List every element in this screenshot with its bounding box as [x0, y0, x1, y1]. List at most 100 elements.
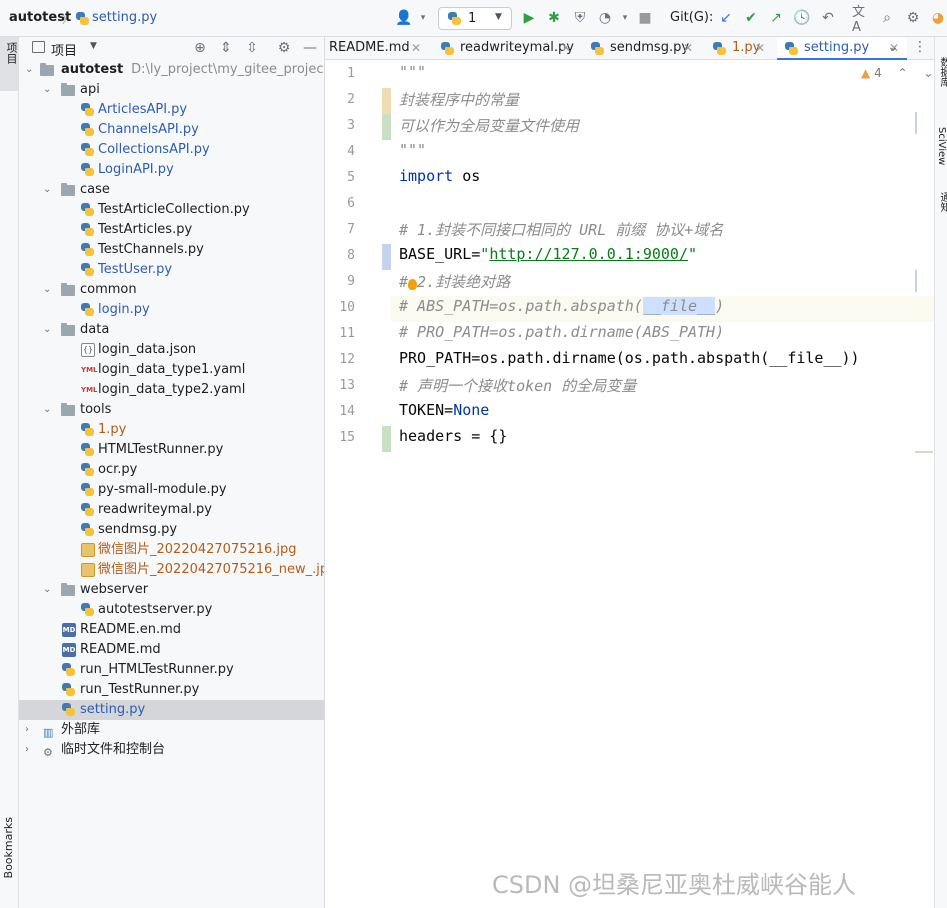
tree-file[interactable]: TestArticleCollection.py	[19, 200, 324, 220]
tree-folder[interactable]: ⌄ tools	[19, 400, 324, 420]
previous-highlight-icon[interactable]: ⌃	[898, 66, 908, 80]
right-tool-window-button[interactable]: SciView	[936, 127, 947, 165]
bookmarks-tool-window-button[interactable]: Bookmarks	[2, 817, 15, 878]
expand-arrow-icon[interactable]: ⌄	[43, 580, 55, 600]
expand-arrow-icon[interactable]: ⌄	[43, 400, 55, 420]
more-tabs-chevron-icon[interactable]: ⌄	[884, 38, 902, 56]
close-tab-icon[interactable]: ✕	[683, 37, 693, 59]
tree-file[interactable]: YML login_data_type1.yaml	[19, 360, 324, 380]
expand-arrow-icon[interactable]: ⌄	[43, 80, 55, 100]
tree-folder[interactable]: ⌄ api	[19, 80, 324, 100]
vcs-change-marker[interactable]	[382, 244, 391, 270]
tree-file[interactable]: MD README.en.md	[19, 620, 324, 640]
git-commit-icon[interactable]: ✔	[742, 9, 760, 27]
code-line[interactable]: 封装程序中的常量	[399, 89, 519, 110]
breadcrumb-file[interactable]: setting.py	[92, 10, 157, 25]
git-push-icon[interactable]: ↗	[767, 9, 785, 27]
run-icon[interactable]: ▶	[520, 9, 538, 27]
expand-arrow-icon[interactable]: ⌄	[43, 280, 55, 300]
tree-folder[interactable]: ⌄ webserver	[19, 580, 324, 600]
code-line[interactable]: """	[399, 63, 426, 81]
hide-panel-icon[interactable]: —	[301, 39, 319, 57]
git-update-icon[interactable]: ↙	[717, 9, 735, 27]
tree-file[interactable]: login.py	[19, 300, 324, 320]
vcs-change-marker[interactable]	[382, 114, 391, 140]
locate-file-icon[interactable]: ⊕	[191, 39, 209, 57]
code-line[interactable]: # PRO_PATH=os.path.dirname(ABS_PATH)	[399, 323, 724, 341]
close-tab-icon[interactable]: ✕	[561, 37, 571, 59]
right-tool-window-button[interactable]: 通知	[936, 192, 947, 212]
code-line[interactable]: 可以作为全局变量文件使用	[399, 115, 579, 136]
settings-icon[interactable]: ⚙	[904, 9, 922, 27]
expand-arrow-icon[interactable]: ⌄	[25, 60, 37, 80]
tree-file[interactable]: CollectionsAPI.py	[19, 140, 324, 160]
tree-file[interactable]: sendmsg.py	[19, 520, 324, 540]
coverage-icon[interactable]: ⛨	[571, 9, 589, 27]
collapsed-arrow-icon[interactable]: ›	[25, 740, 37, 760]
tree-file[interactable]: MD README.md	[19, 640, 324, 660]
tree-file[interactable]: autotestserver.py	[19, 600, 324, 620]
close-tab-icon[interactable]: ✕	[411, 37, 421, 59]
profile-icon[interactable]: ◔	[596, 9, 614, 27]
editor-tab[interactable]: README.md ✕	[329, 37, 429, 60]
code-line[interactable]: headers = {}	[399, 427, 507, 445]
code-line[interactable]: # 1.封装不同接口相同的 URL 前缀 协议+域名	[399, 219, 723, 240]
plugin-icon[interactable]: ◕	[929, 9, 947, 27]
tree-file[interactable]: TestChannels.py	[19, 240, 324, 260]
tree-file[interactable]: ocr.py	[19, 460, 324, 480]
code-line[interactable]: import os	[399, 167, 480, 185]
tree-file[interactable]: setting.py	[19, 700, 324, 720]
tree-file[interactable]: TestUser.py	[19, 260, 324, 280]
code-line[interactable]: # 声明一个接收token 的全局变量	[399, 375, 636, 396]
tree-file[interactable]: 微信图片_20220427075216.jpg	[19, 540, 324, 560]
vcs-change-marker[interactable]	[382, 88, 391, 114]
vcs-change-marker[interactable]	[382, 426, 391, 452]
chevron-down-icon[interactable]: ▼	[90, 41, 97, 51]
user-dropdown-icon[interactable]: ▾	[414, 9, 432, 27]
search-icon[interactable]: ⌕	[878, 9, 896, 27]
inspection-widget[interactable]: ▲ 4 ⌃ ⌄	[861, 66, 933, 80]
editor-tab[interactable]: 1.py ✕	[705, 37, 773, 60]
close-tab-icon[interactable]: ✕	[755, 37, 765, 59]
stop-icon[interactable]: ■	[636, 9, 654, 27]
project-tool-window-button[interactable]: 项目	[0, 37, 19, 91]
tree-file[interactable]: TestArticles.py	[19, 220, 324, 240]
code-line[interactable]: TOKEN=None	[399, 401, 489, 419]
tree-folder[interactable]: ⌄ data	[19, 320, 324, 340]
history-icon[interactable]: 🕓	[793, 9, 811, 27]
rollback-icon[interactable]: ↶	[819, 9, 837, 27]
tree-file[interactable]: 微信图片_20220427075216_new_.jpg	[19, 560, 324, 580]
gear-icon[interactable]: ⚙	[275, 39, 293, 57]
translate-icon[interactable]: 文A	[852, 5, 870, 35]
run-config-selector[interactable]: 1 ▼	[438, 7, 512, 30]
tree-external-libraries[interactable]: › ▥ 外部库	[19, 720, 324, 740]
collapsed-arrow-icon[interactable]: ›	[25, 720, 37, 740]
tree-scratches[interactable]: › ⚙ 临时文件和控制台	[19, 740, 324, 760]
editor-tab[interactable]: readwriteymal.py ✕	[433, 37, 579, 60]
tree-file[interactable]: LoginAPI.py	[19, 160, 324, 180]
intention-bulb-icon[interactable]	[408, 279, 417, 290]
expand-arrow-icon[interactable]: ⌄	[43, 180, 55, 200]
tree-root[interactable]: ⌄ autotest D:\ly_project\my_gitee_project…	[19, 60, 324, 80]
debug-icon[interactable]: ✱	[545, 9, 563, 27]
tree-file[interactable]: run_HTMLTestRunner.py	[19, 660, 324, 680]
next-highlight-icon[interactable]: ⌄	[923, 66, 933, 80]
user-icon[interactable]: 👤	[395, 9, 413, 27]
tree-file[interactable]: 1.py	[19, 420, 324, 440]
tree-file[interactable]: ChannelsAPI.py	[19, 120, 324, 140]
tree-folder[interactable]: ⌄ common	[19, 280, 324, 300]
tree-file[interactable]: {} login_data.json	[19, 340, 324, 360]
tab-menu-icon[interactable]: ⋮	[911, 38, 929, 56]
tree-file[interactable]: YML login_data_type2.yaml	[19, 380, 324, 400]
code-line[interactable]: BASE_URL="http://127.0.0.1:9000/"	[399, 245, 697, 263]
tree-file[interactable]: ArticlesAPI.py	[19, 100, 324, 120]
tree-folder[interactable]: ⌄ case	[19, 180, 324, 200]
project-panel-title[interactable]: 项目	[51, 40, 77, 59]
collapse-all-icon[interactable]: ⇳	[243, 39, 261, 57]
code-line[interactable]: # ABS_PATH=os.path.abspath(__file__)	[399, 297, 724, 315]
expand-arrow-icon[interactable]: ⌄	[43, 320, 55, 340]
tree-file[interactable]: HTMLTestRunner.py	[19, 440, 324, 460]
tree-file[interactable]: readwriteymal.py	[19, 500, 324, 520]
expand-all-icon[interactable]: ⇕	[217, 39, 235, 57]
editor-tab[interactable]: sendmsg.py ✕	[583, 37, 701, 60]
